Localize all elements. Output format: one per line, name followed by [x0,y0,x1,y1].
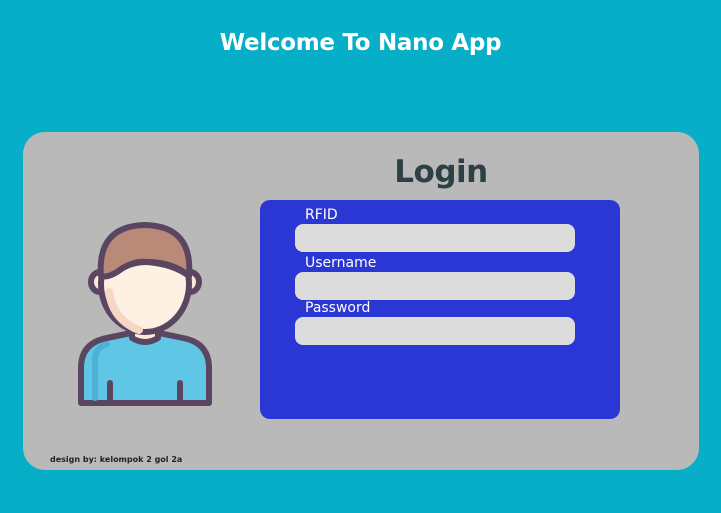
username-label: Username [305,255,377,271]
rfid-label: RFID [305,207,338,223]
login-card: Login RFID Username Password design by: … [23,132,699,470]
design-credit: design by: kelompok 2 gol 2a [50,455,183,464]
rfid-input[interactable] [295,224,575,252]
username-input[interactable] [295,272,575,300]
password-label: Password [305,300,371,316]
app-title: Welcome To Nano App [219,30,502,56]
login-title: Login [394,154,488,190]
login-form: RFID Username Password [260,200,620,419]
password-input[interactable] [295,317,575,345]
user-avatar-icon [77,220,213,410]
